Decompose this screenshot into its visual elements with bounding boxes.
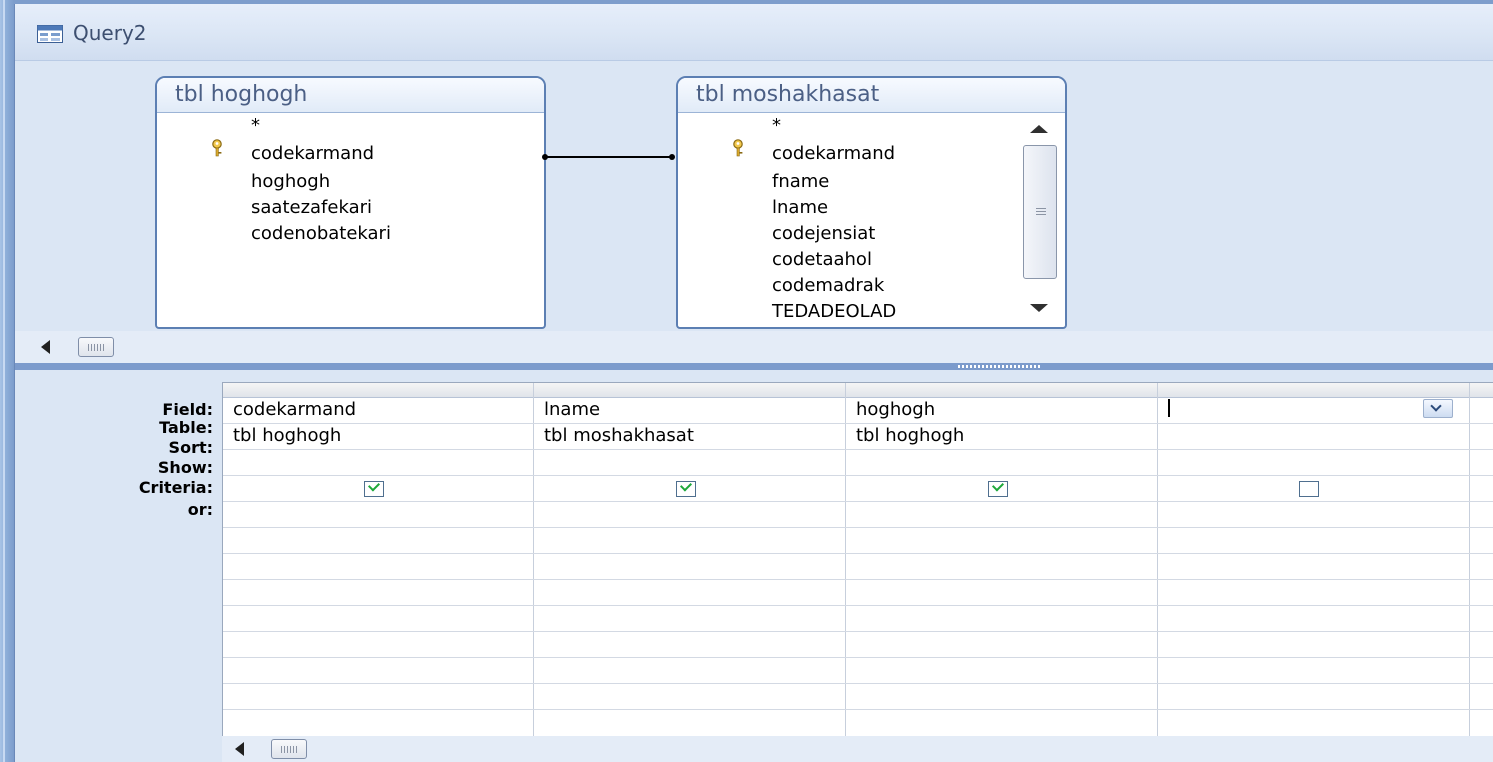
field-list-item[interactable]: fname [772, 171, 829, 192]
grid-row-line [223, 423, 1493, 424]
row-label-field: Field: [162, 400, 213, 419]
grid-field-cell[interactable]: codekarmand [233, 399, 356, 420]
scrollbar-thumb[interactable] [271, 739, 307, 759]
grid-field-cell[interactable]: hoghogh [856, 399, 935, 420]
field-list-item[interactable]: lname [772, 197, 828, 218]
grid-row-line [223, 605, 1493, 606]
arrow-left-icon[interactable] [41, 340, 50, 354]
scrollbar-thumb[interactable] [78, 337, 114, 357]
column-selector[interactable] [846, 383, 1157, 398]
grid-table-cell[interactable]: tbl hoghogh [856, 425, 964, 446]
window-frame-left [0, 0, 15, 762]
field-list-item[interactable]: * [772, 115, 781, 136]
relationship-join-line[interactable] [545, 156, 673, 158]
row-label-or: or: [187, 500, 213, 519]
join-endpoint [669, 154, 675, 160]
field-list-item[interactable]: codekarmand [251, 143, 374, 164]
grid-row-line [223, 475, 1493, 476]
pane-splitter[interactable] [15, 363, 1493, 370]
arrow-down-icon[interactable] [1030, 304, 1048, 312]
show-checkbox[interactable] [364, 479, 384, 497]
field-list-item[interactable]: codemadrak [772, 275, 884, 296]
row-label-sort: Sort: [168, 438, 213, 457]
field-list-tbl-hoghogh[interactable]: tbl hoghogh * codekarmand hoghogh saatez… [155, 76, 546, 329]
field-list-vertical-scrollbar[interactable] [1021, 117, 1059, 320]
arrow-up-icon[interactable] [1030, 125, 1048, 133]
grid-row-line [223, 709, 1493, 710]
show-checkbox[interactable] [988, 479, 1008, 497]
grid-row-line [223, 527, 1493, 528]
show-checkbox[interactable] [1299, 481, 1319, 497]
field-list-item[interactable]: codejensiat [772, 223, 875, 244]
field-list-item[interactable]: saatezafekari [251, 197, 372, 218]
key-icon [733, 139, 743, 157]
column-selector[interactable] [223, 383, 533, 398]
query-icon [37, 25, 63, 43]
grid-row-line [223, 501, 1493, 502]
grid-row-line [223, 553, 1493, 554]
query-title: Query2 [73, 21, 147, 45]
grid-row-line [223, 657, 1493, 658]
field-list-item[interactable]: * [251, 115, 260, 136]
field-list-item[interactable]: hoghogh [251, 171, 330, 192]
text-cursor [1168, 399, 1170, 417]
grid-row-line [223, 449, 1493, 450]
field-list-title[interactable]: tbl moshakhasat [678, 78, 1065, 113]
row-label-criteria: Criteria: [138, 478, 213, 497]
field-list-tbl-moshakhasat[interactable]: tbl moshakhasat * codekarmand fname lnam… [676, 76, 1067, 329]
field-list-item[interactable]: codekarmand [772, 143, 895, 164]
field-list-item[interactable]: TEDADEOLAD [772, 301, 896, 322]
row-label-show: Show: [157, 458, 213, 477]
column-selector[interactable] [1470, 383, 1493, 398]
column-selector[interactable] [534, 383, 845, 398]
query-titlebar[interactable]: Query2 [15, 4, 1493, 61]
key-icon [212, 139, 222, 157]
design-horizontal-scrollbar[interactable] [15, 331, 1493, 364]
arrow-left-icon[interactable] [235, 742, 244, 756]
field-list-item[interactable]: codetaahol [772, 249, 872, 270]
grid-row-line [223, 631, 1493, 632]
column-selector[interactable] [1158, 383, 1469, 398]
splitter-grip[interactable] [958, 365, 1042, 368]
show-checkbox[interactable] [676, 479, 696, 497]
grid-horizontal-scrollbar[interactable] [222, 736, 1493, 762]
grid-field-cell[interactable]: lname [544, 399, 600, 420]
grid-row-line [223, 683, 1493, 684]
grid-row-line [223, 579, 1493, 580]
field-list-title[interactable]: tbl hoghogh [157, 78, 544, 113]
row-label-table: Table: [159, 418, 213, 437]
grid-table-cell[interactable]: tbl hoghogh [233, 425, 341, 446]
chevron-down-icon[interactable] [1423, 399, 1453, 418]
field-list-item[interactable]: codenobatekari [251, 223, 391, 244]
scrollbar-thumb[interactable] [1023, 145, 1057, 279]
grid-table-cell[interactable]: tbl moshakhasat [544, 425, 694, 446]
query-design-grid[interactable]: codekarmand tbl hoghogh lname tbl moshak… [222, 382, 1493, 737]
